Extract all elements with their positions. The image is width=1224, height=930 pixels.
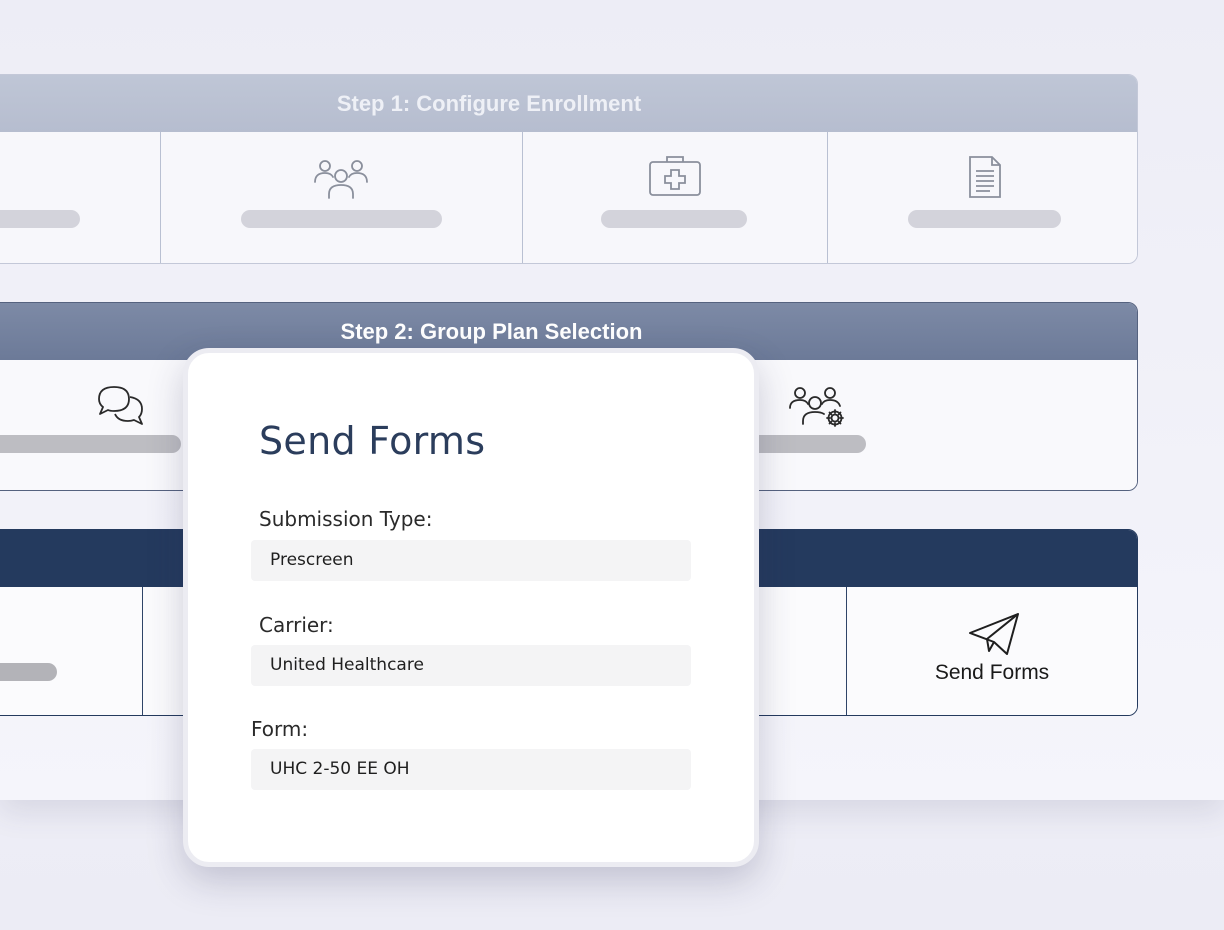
placeholder-bar [241, 210, 442, 228]
placeholder-bar [0, 210, 80, 228]
submission-type-field[interactable]: Prescreen [251, 540, 691, 581]
carrier-field[interactable]: United Healthcare [251, 645, 691, 686]
carrier-label: Carrier: [259, 613, 334, 637]
placeholder-bar [908, 210, 1061, 228]
send-forms-modal: Send Forms Submission Type: Prescreen Ca… [183, 348, 759, 867]
send-forms-label: Send Forms [934, 661, 1050, 684]
medical-kit-icon [649, 156, 701, 196]
modal-title: Send Forms [259, 419, 486, 463]
paper-plane-icon [969, 613, 1019, 655]
chat-bubbles-icon [98, 386, 143, 425]
step1-cell-4[interactable] [827, 132, 1137, 263]
placeholder-bar [0, 435, 181, 453]
step3-cell-1[interactable] [0, 587, 142, 715]
placeholder-bar [601, 210, 747, 228]
send-forms-tile[interactable]: Send Forms [846, 587, 1137, 715]
users-group-icon [314, 160, 368, 199]
users-settings-icon [789, 387, 844, 427]
step1-cell-2[interactable] [160, 132, 522, 263]
step1-cell-1[interactable] [0, 132, 160, 263]
form-label: Form: [251, 717, 309, 741]
form-field[interactable]: UHC 2-50 EE OH [251, 749, 691, 790]
step1-header: Step 1: Configure Enrollment [0, 75, 1137, 132]
submission-type-label: Submission Type: [259, 507, 433, 531]
step1-body [0, 132, 1137, 263]
step1-cell-3[interactable] [522, 132, 827, 263]
document-icon [969, 156, 1001, 198]
step1-panel: Step 1: Configure Enrollment [0, 74, 1138, 264]
placeholder-bar [0, 663, 57, 681]
